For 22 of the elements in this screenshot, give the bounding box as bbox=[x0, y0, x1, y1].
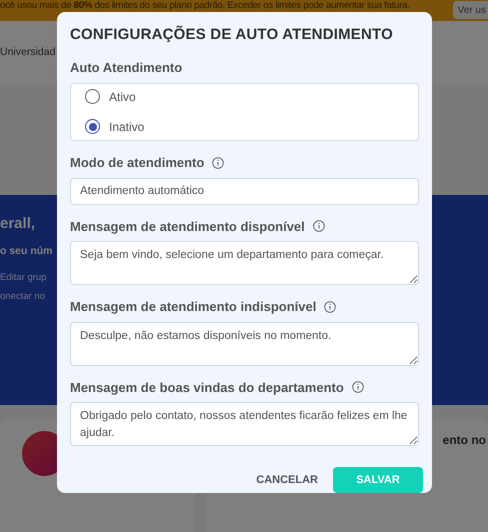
text-area[interactable]: Desculpe, não estamos disponíveis no momento. bbox=[70, 322, 419, 366]
text-area[interactable]: Obrigado pelo contato, nossos atendentes ficarão felizes em lhe ajudar. bbox=[70, 402, 419, 446]
dialog-title: CONFIGURAÇÕES DE AUTO ATENDIMENTO bbox=[70, 26, 394, 44]
card-title: ento no bbox=[442, 432, 486, 449]
radio-button[interactable] bbox=[85, 89, 100, 104]
field-label: Auto Atendimento bbox=[70, 59, 184, 77]
radio-option[interactable]: Inativo bbox=[85, 118, 418, 136]
field-label: Mensagem de boas vindas do departamento bbox=[70, 378, 344, 397]
field-label: Modo de atendimento bbox=[70, 154, 204, 172]
header-link[interactable]: Universidad bbox=[0, 45, 56, 61]
radio-option[interactable]: Ativo bbox=[85, 88, 418, 106]
hero-text: Editar grup bbox=[0, 271, 46, 286]
hero-text: onectar no bbox=[0, 290, 45, 304]
hero-title: erall, bbox=[0, 214, 36, 234]
text-area[interactable]: Seja bem vindo, selecione um departamento para começar. bbox=[70, 241, 419, 285]
cancel-button[interactable]: CANCELAR bbox=[249, 467, 325, 493]
banner-text: ocê usou mais de 80% dos limites do seu plano padrão. Exceder os limites pode aumentar sua fatura. bbox=[0, 0, 410, 11]
radio-button[interactable] bbox=[85, 119, 100, 134]
hero-subtitle: o seu núm bbox=[0, 244, 53, 258]
input-field[interactable]: Atendimento automático bbox=[70, 178, 419, 204]
field-label: Mensagem de atendimento indisponível bbox=[70, 298, 316, 316]
field-label: Mensagem de atendimento disponível bbox=[70, 218, 305, 236]
